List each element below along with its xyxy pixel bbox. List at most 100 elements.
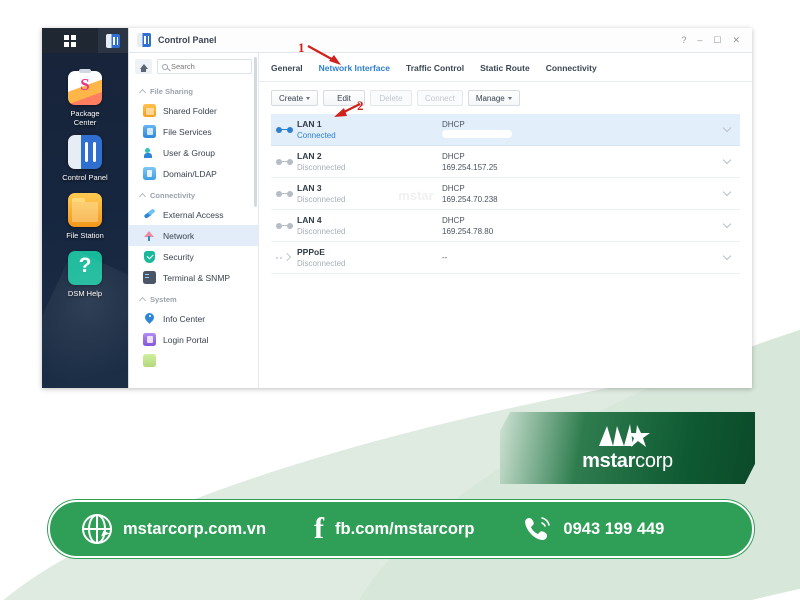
interface-ip-cell: DHCP 169.254.157.25 — [442, 151, 724, 173]
info-center-icon — [143, 312, 156, 325]
interface-mode: DHCP — [442, 183, 465, 193]
home-icon[interactable] — [135, 59, 152, 74]
search-input[interactable] — [171, 62, 247, 71]
edit-button[interactable]: Edit — [323, 90, 366, 106]
brand-ribbon: mstarcorp — [500, 412, 755, 484]
shield-icon — [143, 250, 156, 263]
sidebar-item-terminal-snmp[interactable]: Terminal & SNMP — [129, 267, 258, 288]
tab-connectivity[interactable]: Connectivity — [546, 63, 597, 73]
question-mark-icon — [68, 251, 102, 285]
maximize-button[interactable]: ☐ — [713, 35, 721, 45]
sidebar-group-file-sharing[interactable]: File Sharing — [129, 80, 258, 100]
desktop-icon-control-panel[interactable]: Control Panel — [42, 135, 128, 182]
sidebar-group-label: File Sharing — [150, 87, 193, 96]
folder-icon — [143, 104, 156, 117]
grid-menu-icon[interactable] — [64, 34, 76, 47]
interface-mode: DHCP — [442, 119, 465, 129]
control-panel-window: Control Panel ? – ☐ ✕ Search File Sharin… — [128, 28, 752, 388]
chevron-down-icon[interactable] — [722, 123, 732, 133]
lan-disconnected-icon — [271, 158, 297, 165]
search-icon — [162, 63, 168, 70]
lan-connected-icon — [271, 126, 297, 133]
external-access-icon — [143, 208, 156, 221]
chevron-down-icon[interactable] — [722, 155, 732, 165]
tab-bar: General Network Interface Traffic Contro… — [259, 53, 752, 82]
screenshot-root: PackageCenter Control Panel File Station… — [0, 0, 800, 600]
sidebar-item-label: Network — [163, 230, 195, 241]
sidebar-group-connectivity[interactable]: Connectivity — [129, 184, 258, 204]
table-row[interactable]: LAN 2 Disconnected DHCP 169.254.157.25 — [271, 146, 740, 178]
manage-button-label: Manage — [475, 93, 505, 103]
tab-network-interface[interactable]: Network Interface — [319, 63, 390, 73]
sidebar-item-login-portal[interactable]: Login Portal — [129, 329, 258, 350]
sidebar-item-network[interactable]: Network — [129, 225, 258, 246]
interface-name: LAN 3 — [297, 182, 322, 193]
taskbar-task-control-panel[interactable] — [98, 28, 128, 53]
network-interface-list: mstar LAN 1 Connected DHCP LAN 2 Disconn… — [271, 114, 740, 274]
sidebar-item-security[interactable]: Security — [129, 246, 258, 267]
table-row[interactable]: LAN 3 Disconnected DHCP 169.254.70.238 — [271, 178, 740, 210]
interface-status: Disconnected — [297, 258, 346, 268]
minimize-button[interactable]: – — [697, 35, 702, 45]
main-panel: General Network Interface Traffic Contro… — [259, 53, 752, 388]
interface-ip: 169.254.70.238 — [442, 194, 498, 204]
footer-phone[interactable]: 0943 199 449 — [522, 514, 664, 544]
dsm-desktop-wallpaper: PackageCenter Control Panel File Station… — [42, 53, 128, 388]
sidebar-item-label: Domain/LDAP — [163, 168, 217, 179]
close-button[interactable]: ✕ — [732, 35, 740, 45]
search-input-wrapper[interactable] — [157, 59, 252, 74]
sidebar-item-shared-folder[interactable]: Shared Folder — [129, 100, 258, 121]
manage-button[interactable]: Manage — [467, 90, 520, 106]
tab-general[interactable]: General — [271, 63, 303, 73]
toolbar: Create Edit Delete Connect Manage — [259, 82, 752, 114]
sidebar-item-external-access[interactable]: External Access — [129, 204, 258, 225]
footer-facebook[interactable]: f fb.com/mstarcorp — [314, 514, 474, 544]
tab-static-route[interactable]: Static Route — [480, 63, 530, 73]
window-titlebar: Control Panel ? – ☐ ✕ — [129, 28, 752, 53]
interface-ip-cell: -- — [442, 252, 724, 263]
interface-ip-cell: DHCP — [442, 119, 724, 141]
desktop-icon-file-station[interactable]: File Station — [42, 193, 128, 240]
interface-ip-redacted — [442, 129, 724, 141]
sidebar-search-row — [129, 53, 258, 79]
sidebar-group-system[interactable]: System — [129, 288, 258, 308]
footer-website[interactable]: mstarcorp.com.vn — [82, 514, 266, 544]
interface-status: Disconnected — [297, 162, 346, 172]
chevron-down-icon[interactable] — [722, 251, 732, 261]
contact-footer: mstarcorp.com.vn f fb.com/mstarcorp 0943… — [48, 500, 754, 558]
pppoe-icon — [271, 252, 297, 262]
sidebar-scrollbar[interactable] — [254, 57, 257, 207]
interface-ip: -- — [442, 253, 448, 262]
tab-traffic-control[interactable]: Traffic Control — [406, 63, 464, 73]
desktop-icon-label: DSM Help — [67, 289, 103, 298]
sidebar-item-clipped[interactable] — [129, 350, 258, 371]
sidebar-item-info-center[interactable]: Info Center — [129, 308, 258, 329]
table-row[interactable]: LAN 4 Disconnected DHCP 169.254.78.80 — [271, 210, 740, 242]
sidebar-item-file-services[interactable]: File Services — [129, 121, 258, 142]
create-button[interactable]: Create — [271, 90, 319, 106]
sidebar-item-label: Login Portal — [163, 334, 209, 345]
desktop-icon-label: Control Panel — [62, 173, 108, 182]
desktop-icon-label: Package Center — [70, 109, 100, 127]
help-button[interactable]: ? — [681, 35, 686, 45]
interface-name-cell: LAN 2 Disconnected — [297, 151, 442, 173]
sidebar: File Sharing Shared Folder File Services — [129, 53, 259, 388]
chevron-down-icon[interactable] — [722, 219, 732, 229]
sidebar-item-domain-ldap[interactable]: Domain/LDAP — [129, 163, 258, 184]
chevron-up-icon — [138, 296, 147, 305]
brand-name-bold: mstar — [582, 450, 636, 472]
desktop-icon-dsm-help[interactable]: DSM Help — [42, 251, 128, 298]
desktop-icon-package-center[interactable]: PackageCenter — [42, 69, 128, 127]
connect-button-label: Connect — [425, 93, 455, 103]
interface-name-cell: PPPoE Disconnected — [297, 247, 442, 269]
chevron-up-icon — [138, 88, 147, 97]
interface-mode: DHCP — [442, 215, 465, 225]
sidebar-item-user-group[interactable]: User & Group — [129, 142, 258, 163]
interface-mode: DHCP — [442, 151, 465, 161]
table-row[interactable]: PPPoE Disconnected -- — [271, 242, 740, 274]
interface-name-cell: LAN 1 Connected — [297, 119, 442, 141]
interface-name-cell: LAN 4 Disconnected — [297, 215, 442, 237]
file-services-icon — [143, 125, 156, 138]
chevron-down-icon[interactable] — [722, 187, 732, 197]
table-row[interactable]: LAN 1 Connected DHCP — [271, 114, 740, 146]
